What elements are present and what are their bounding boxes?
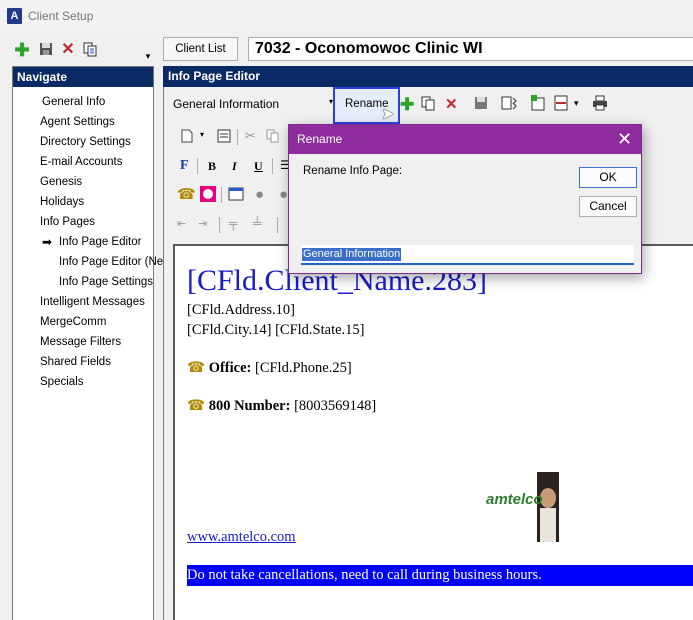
phone-icon[interactable]: ☎ xyxy=(177,185,196,203)
client-name-field: 7032 - Oconomowoc Clinic WI xyxy=(248,37,693,61)
cut-icon[interactable]: ✂ xyxy=(245,128,256,144)
print-icon[interactable] xyxy=(592,95,608,114)
svg-text:amtelco: amtelco xyxy=(486,491,543,508)
add-page-icon[interactable]: ✚ xyxy=(400,95,414,115)
separator xyxy=(221,187,222,203)
separator xyxy=(277,217,278,233)
doc-office-value: [CFld.Phone.25] xyxy=(254,360,352,376)
new-doc-dropdown-icon[interactable]: ▾ xyxy=(200,130,204,139)
close-icon[interactable]: ✕ xyxy=(617,129,632,150)
nav-item-intelligent-messages[interactable]: Intelligent Messages xyxy=(40,294,145,310)
nav-item-info-pages[interactable]: Info Pages xyxy=(40,214,95,230)
delete-icon[interactable]: ✕ xyxy=(60,42,76,58)
arrow-right-icon: ➡ xyxy=(42,235,53,249)
nav-item-genesis[interactable]: Genesis xyxy=(40,174,82,190)
nav-item-shared-fields[interactable]: Shared Fields xyxy=(40,354,111,370)
left-toolbar: ✚ ✕ ▾ xyxy=(12,38,154,63)
delete-page-icon[interactable]: ✕ xyxy=(445,95,458,113)
document-canvas[interactable]: [CFld.Client_Name.283] [CFld.Address.10]… xyxy=(173,244,693,620)
nav-item-agent-settings[interactable]: Agent Settings xyxy=(40,114,115,130)
save-icon[interactable] xyxy=(38,42,54,58)
new-doc-icon[interactable] xyxy=(181,129,193,146)
nav-item-directory-settings[interactable]: Directory Settings xyxy=(40,134,131,150)
alarm-icon[interactable] xyxy=(200,186,216,205)
rename-dialog: Rename ✕ Rename Info Page: OK Cancel Gen… xyxy=(288,124,642,274)
app-icon: A xyxy=(7,8,22,24)
font-button[interactable]: F xyxy=(180,157,189,175)
move-page-icon[interactable] xyxy=(501,95,517,114)
window-title: Client Setup xyxy=(28,9,94,23)
add-icon[interactable]: ✚ xyxy=(14,41,30,59)
navigate-panel: Navigate General Info Agent Settings Dir… xyxy=(12,66,163,620)
copy-text-icon[interactable] xyxy=(266,129,280,146)
ok-button[interactable]: OK xyxy=(579,167,637,188)
save-page-icon[interactable] xyxy=(474,96,488,113)
split-dropdown-icon[interactable]: ▾ xyxy=(574,98,579,109)
split-icon[interactable] xyxy=(553,95,569,114)
editor-header: Info Page Editor xyxy=(163,66,693,87)
indent-icon[interactable]: ⇥ xyxy=(198,217,207,230)
client-list-button[interactable]: Client List xyxy=(163,37,238,61)
doc-800-label: 800 Number: xyxy=(208,398,291,414)
nav-item-info-page-editor-new[interactable]: Info Page Editor (Ne xyxy=(59,254,163,270)
page-select[interactable]: General Information xyxy=(168,93,328,115)
dialog-prompt: Rename Info Page: xyxy=(303,165,403,177)
nav-item-email-accounts[interactable]: E-mail Accounts xyxy=(40,154,122,170)
phone-icon: ☎ xyxy=(187,398,206,414)
doc-city-state: [CFld.City.14] [CFld.State.15] xyxy=(187,322,365,338)
cancel-button[interactable]: Cancel xyxy=(579,196,637,217)
copy-icon[interactable] xyxy=(82,42,98,58)
separator xyxy=(237,129,238,145)
bold-button[interactable]: B xyxy=(208,157,216,175)
insert-field-icon[interactable] xyxy=(530,95,546,114)
underline-button[interactable]: U xyxy=(254,157,263,175)
dialog-title: Rename xyxy=(297,132,343,146)
dialog-title-bar: Rename ✕ xyxy=(289,125,641,154)
nav-item-message-filters[interactable]: Message Filters xyxy=(40,334,121,350)
nav-item-specials[interactable]: Specials xyxy=(40,374,83,390)
separator xyxy=(272,158,273,174)
dropdown-icon[interactable]: ▾ xyxy=(140,48,156,64)
delete-row-icon[interactable]: ╧ xyxy=(253,216,262,230)
properties-icon[interactable] xyxy=(217,129,231,146)
phone-icon: ☎ xyxy=(187,360,206,376)
nav-item-info-page-editor[interactable]: Info Page Editor xyxy=(59,234,141,250)
nav-item-general-info[interactable]: General Info xyxy=(42,94,105,110)
image-icon[interactable]: ● xyxy=(255,186,264,203)
doc-office-label: Office: xyxy=(208,360,252,376)
globe-icon[interactable]: ● xyxy=(279,186,288,203)
rename-input-value: General Information xyxy=(302,248,402,261)
insert-row-icon[interactable]: ╤ xyxy=(229,216,238,230)
navigate-header: Navigate xyxy=(13,67,153,87)
nav-item-holidays[interactable]: Holidays xyxy=(40,194,84,210)
doc-banner: Do not take cancellations, need to call … xyxy=(187,565,693,586)
copy-page-icon[interactable] xyxy=(421,96,436,114)
outdent-icon[interactable]: ⇤ xyxy=(177,217,186,230)
title-bar: A Client Setup xyxy=(0,0,693,32)
nav-item-mergecomm[interactable]: MergeComm xyxy=(40,314,106,330)
doc-address: [CFld.Address.10] xyxy=(187,302,295,318)
doc-800-value: [8003569148] xyxy=(294,398,377,414)
separator xyxy=(219,217,220,233)
italic-button[interactable]: I xyxy=(232,157,237,175)
amtelco-logo: amtelco xyxy=(485,472,559,542)
doc-website-link[interactable]: www.amtelco.com xyxy=(187,529,296,546)
separator xyxy=(197,158,198,174)
nav-item-info-page-settings[interactable]: Info Page Settings xyxy=(59,274,153,290)
mouse-cursor-icon: ➤ xyxy=(381,106,395,123)
table-icon[interactable] xyxy=(228,187,244,204)
